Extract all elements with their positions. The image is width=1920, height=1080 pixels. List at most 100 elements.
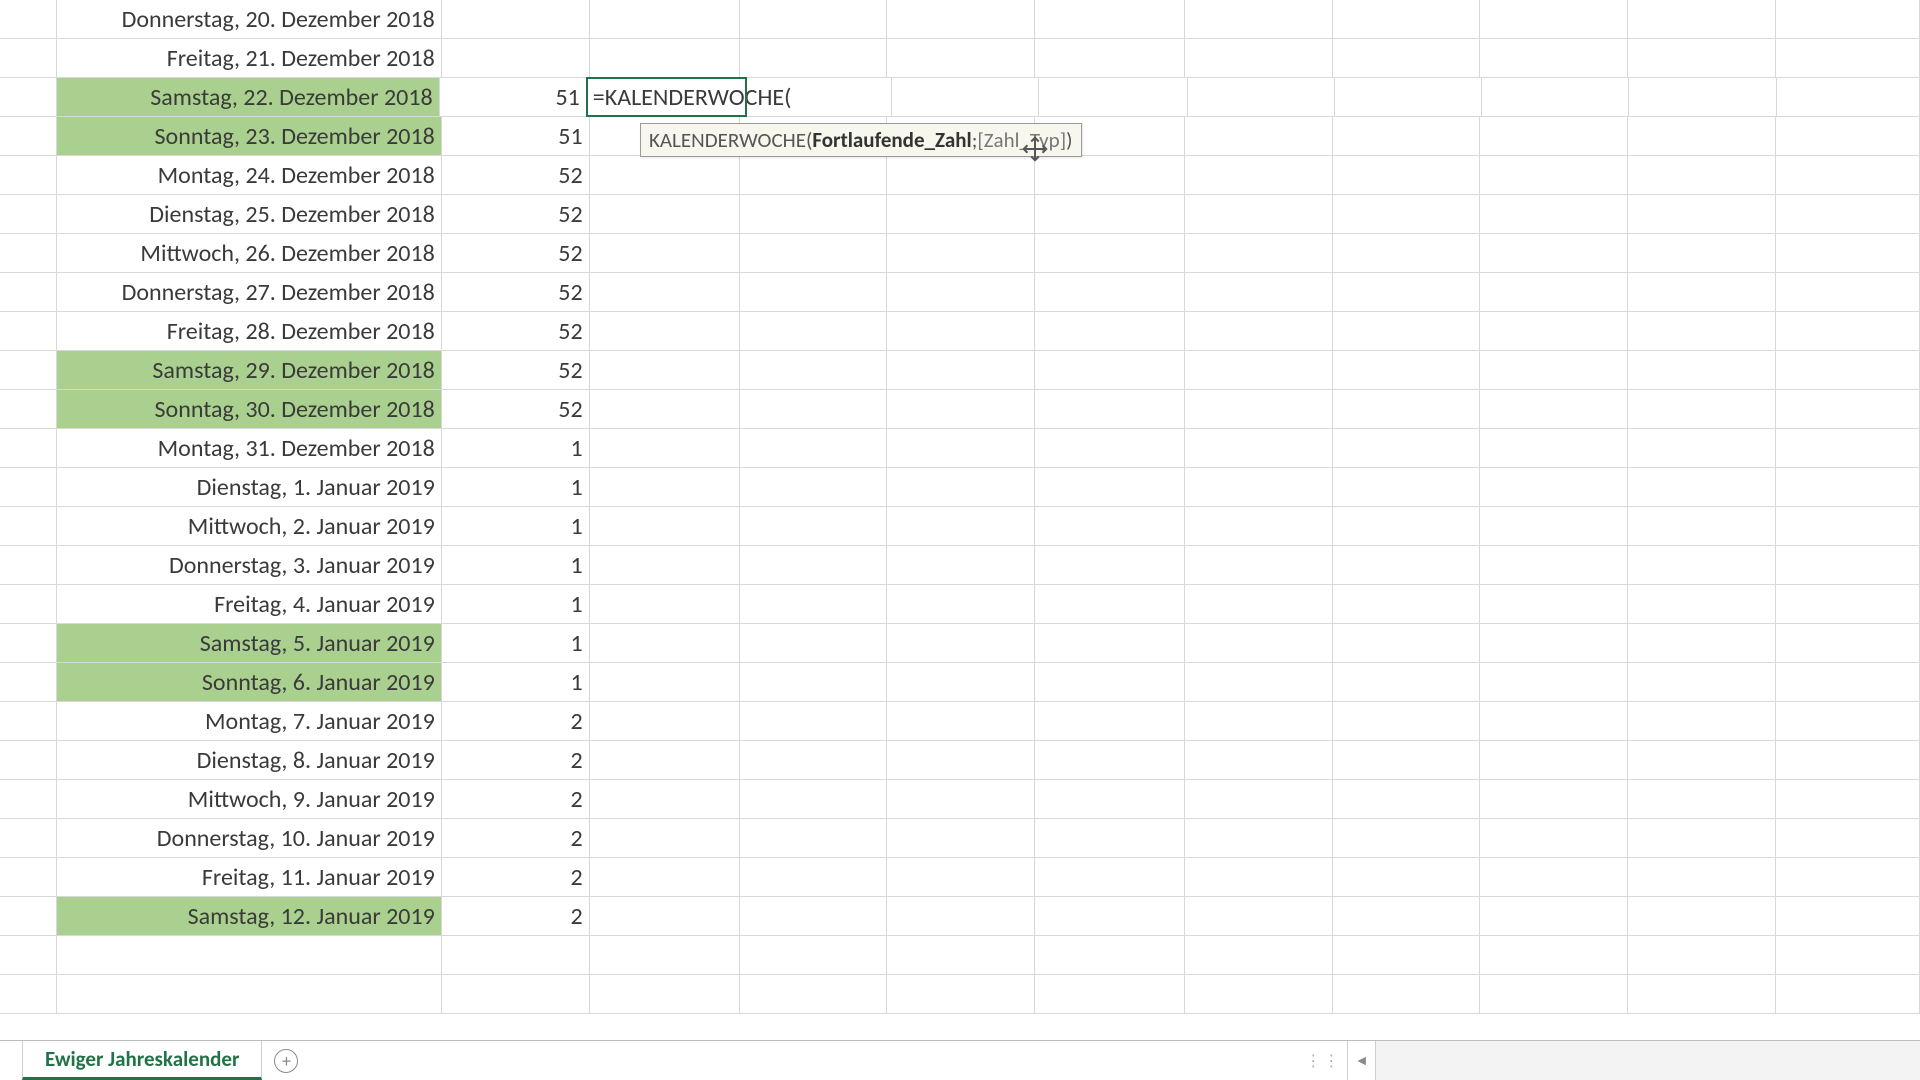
cell[interactable]: [1035, 702, 1185, 740]
cell[interactable]: [1776, 546, 1920, 584]
cell[interactable]: [1333, 897, 1481, 935]
cell[interactable]: [1185, 39, 1333, 77]
cell[interactable]: [1333, 507, 1481, 545]
cell[interactable]: [1776, 663, 1920, 701]
cell[interactable]: [1628, 858, 1776, 896]
week-number-cell[interactable]: 52: [442, 273, 590, 311]
cell[interactable]: [1628, 117, 1776, 155]
date-cell[interactable]: Samstag, 29. Dezember 2018: [57, 351, 441, 389]
cell[interactable]: [1185, 351, 1333, 389]
date-cell[interactable]: Montag, 24. Dezember 2018: [57, 156, 441, 194]
cell[interactable]: [1628, 663, 1776, 701]
cell[interactable]: [590, 195, 741, 233]
cell[interactable]: [740, 273, 887, 311]
cell[interactable]: [1185, 858, 1333, 896]
cell[interactable]: [740, 858, 887, 896]
cell[interactable]: [887, 546, 1035, 584]
cell[interactable]: [1628, 741, 1776, 779]
cell[interactable]: [1776, 312, 1920, 350]
cell[interactable]: [590, 429, 741, 467]
cell[interactable]: [1333, 702, 1481, 740]
date-cell[interactable]: Dienstag, 8. Januar 2019: [57, 741, 441, 779]
cell[interactable]: [1333, 156, 1481, 194]
cell[interactable]: [0, 546, 57, 584]
cell[interactable]: [1333, 975, 1481, 1013]
cell[interactable]: [0, 273, 57, 311]
date-cell[interactable]: Freitag, 11. Januar 2019: [57, 858, 441, 896]
cell[interactable]: [590, 156, 741, 194]
cell[interactable]: [590, 39, 741, 77]
cell[interactable]: [1185, 975, 1333, 1013]
week-number-cell[interactable]: 1: [442, 663, 590, 701]
cell[interactable]: [1333, 117, 1481, 155]
cell[interactable]: [1628, 429, 1776, 467]
cell[interactable]: [1480, 273, 1628, 311]
cell[interactable]: [590, 936, 741, 974]
cell[interactable]: [1776, 195, 1920, 233]
cell[interactable]: [1035, 234, 1185, 272]
cell[interactable]: [740, 0, 887, 38]
cell[interactable]: [0, 0, 57, 38]
cell[interactable]: [1333, 858, 1481, 896]
cell[interactable]: [1039, 78, 1188, 116]
cell[interactable]: [590, 741, 741, 779]
cell[interactable]: [1776, 741, 1920, 779]
week-number-cell[interactable]: 2: [442, 702, 590, 740]
cell[interactable]: [1628, 819, 1776, 857]
cell[interactable]: [1333, 663, 1481, 701]
cell[interactable]: [1035, 546, 1185, 584]
week-number-cell[interactable]: 51: [440, 78, 587, 116]
cell[interactable]: [0, 936, 57, 974]
date-cell[interactable]: Sonntag, 23. Dezember 2018: [57, 117, 441, 155]
cell[interactable]: [887, 39, 1035, 77]
cell[interactable]: [1776, 819, 1920, 857]
date-cell[interactable]: Montag, 7. Januar 2019: [57, 702, 441, 740]
week-number-cell[interactable]: 1: [442, 507, 590, 545]
cell[interactable]: [887, 897, 1035, 935]
cell[interactable]: [740, 585, 887, 623]
cell[interactable]: [1185, 117, 1333, 155]
date-cell[interactable]: Donnerstag, 27. Dezember 2018: [57, 273, 441, 311]
week-number-cell[interactable]: [442, 975, 590, 1013]
cell[interactable]: [1185, 0, 1333, 38]
cell[interactable]: [1185, 234, 1333, 272]
cell[interactable]: [1628, 351, 1776, 389]
tooltip-arg-type[interactable]: [Zahl_Typ]: [977, 127, 1066, 153]
cell[interactable]: [0, 468, 57, 506]
week-number-cell[interactable]: 1: [442, 468, 590, 506]
cell[interactable]: [1628, 195, 1776, 233]
date-cell[interactable]: Sonntag, 6. Januar 2019: [57, 663, 441, 701]
cell[interactable]: [1035, 39, 1185, 77]
cell[interactable]: [1628, 936, 1776, 974]
date-cell[interactable]: [57, 975, 441, 1013]
cell[interactable]: [1480, 780, 1628, 818]
week-number-cell[interactable]: 1: [442, 429, 590, 467]
cell[interactable]: [740, 195, 887, 233]
cell[interactable]: [740, 390, 887, 428]
cell[interactable]: [1480, 819, 1628, 857]
cell[interactable]: [740, 156, 887, 194]
cell[interactable]: [1480, 624, 1628, 662]
cell[interactable]: [1480, 117, 1628, 155]
cell[interactable]: [590, 702, 741, 740]
cell[interactable]: [590, 975, 741, 1013]
cell[interactable]: [1628, 468, 1776, 506]
cell[interactable]: [590, 546, 741, 584]
cell[interactable]: [887, 156, 1035, 194]
cell[interactable]: [590, 780, 741, 818]
cell[interactable]: [0, 897, 57, 935]
cell[interactable]: [1628, 702, 1776, 740]
cell[interactable]: [1333, 624, 1481, 662]
cell[interactable]: [1333, 546, 1481, 584]
cell[interactable]: [1035, 819, 1185, 857]
cell[interactable]: [887, 390, 1035, 428]
cell[interactable]: [1035, 507, 1185, 545]
week-number-cell[interactable]: 2: [442, 819, 590, 857]
cell[interactable]: [0, 975, 57, 1013]
cell[interactable]: [590, 468, 741, 506]
cell[interactable]: [887, 468, 1035, 506]
cell[interactable]: [1333, 312, 1481, 350]
cell[interactable]: [1776, 156, 1920, 194]
cell[interactable]: [1482, 78, 1629, 116]
cell[interactable]: [1333, 780, 1481, 818]
